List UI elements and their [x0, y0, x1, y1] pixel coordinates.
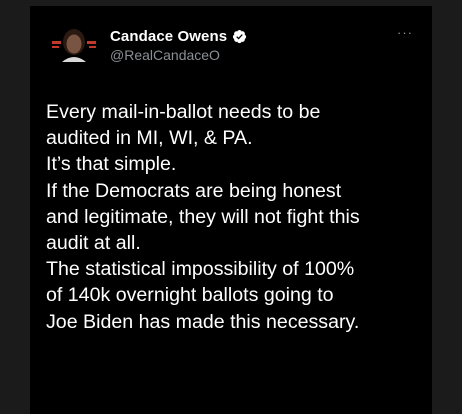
author-name-row: Candace Owens [110, 26, 247, 46]
tweet-text-line: of 140k overnight ballots going to [46, 284, 334, 307]
author-handle[interactable]: @RealCandaceO [110, 47, 220, 63]
tweet-text-line: audited in MI, WI, & PA. [46, 127, 253, 150]
profile-avatar[interactable] [50, 26, 98, 62]
verified-badge-icon [232, 29, 247, 44]
tweet-card: Candace Owens @RealCandaceO ··· Every ma… [30, 6, 432, 414]
tweet-text-line: If the Democrats are being honest [46, 179, 342, 202]
tweet-text-line: and legitimate, they will not fight this [46, 205, 360, 228]
page: Candace Owens @RealCandaceO ··· Every ma… [0, 0, 462, 414]
tweet-text-line: Joe Biden has made this necessary. [46, 310, 360, 333]
tweet-text-line: audit at all. [46, 232, 141, 255]
more-options-icon[interactable]: ··· [395, 26, 415, 39]
tweet-text-line: The statistical impossibility of 100% [46, 258, 355, 281]
tweet-text-line: Every mail-in-ballot needs to be [46, 101, 321, 123]
tweet-text: Every mail-in-ballot needs to be audited… [46, 99, 426, 335]
display-name[interactable]: Candace Owens [110, 28, 227, 45]
tweet-text-line: It’s that simple. [46, 153, 177, 176]
